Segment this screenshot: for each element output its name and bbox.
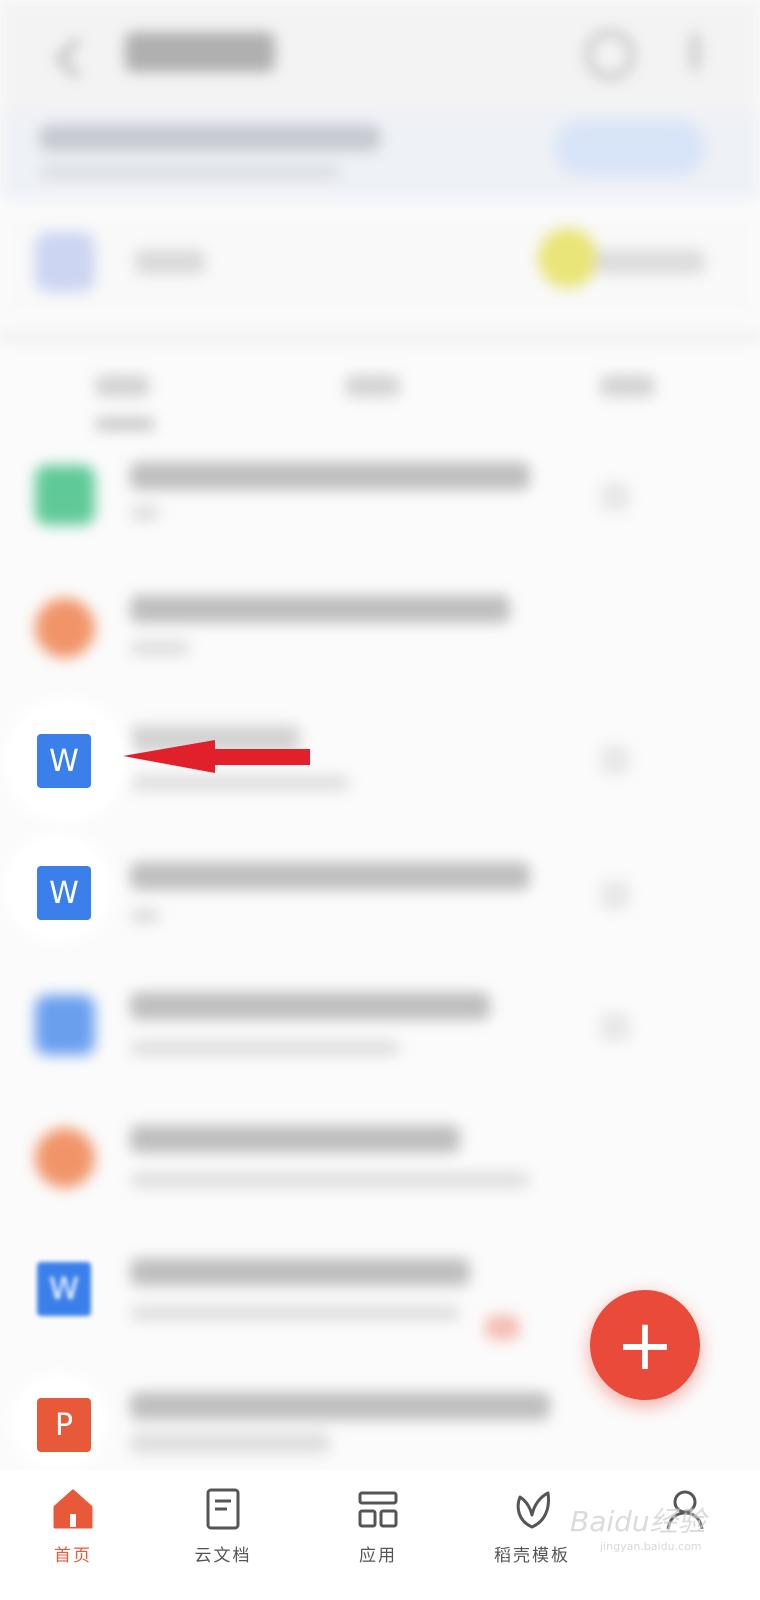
nav-item-apps[interactable]: 应用 bbox=[318, 1475, 438, 1585]
top-bar bbox=[0, 0, 760, 110]
banner-text bbox=[40, 125, 380, 151]
banner-button[interactable] bbox=[555, 120, 705, 175]
nav-label: 稻壳模板 bbox=[494, 1546, 570, 1566]
file-meta bbox=[130, 505, 160, 521]
quick-access-label bbox=[135, 250, 205, 274]
file-meta bbox=[130, 1305, 460, 1321]
word-document-icon[interactable]: W bbox=[37, 866, 91, 920]
file-meta bbox=[130, 1040, 400, 1056]
nav-item-home[interactable]: 首页 bbox=[13, 1475, 133, 1585]
file-title bbox=[130, 992, 490, 1020]
quick-access-label bbox=[595, 250, 705, 274]
cloud-doc-icon bbox=[206, 1488, 240, 1530]
nav-label: 应用 bbox=[359, 1546, 397, 1566]
annotation-arrow-icon bbox=[123, 740, 310, 773]
word-document-icon[interactable]: W bbox=[37, 1262, 91, 1316]
file-title bbox=[130, 1392, 550, 1420]
file-title bbox=[130, 1125, 460, 1153]
file-meta bbox=[130, 908, 160, 924]
file-icon bbox=[35, 465, 95, 525]
nav-label: 首页 bbox=[54, 1546, 92, 1566]
file-title bbox=[130, 462, 530, 490]
file-badge bbox=[485, 1315, 520, 1340]
file-title bbox=[130, 595, 510, 623]
word-document-icon[interactable]: W bbox=[37, 734, 91, 788]
file-icon bbox=[35, 995, 95, 1055]
baidu-watermark: Baidu经验 jingyan.baidu.com bbox=[570, 1505, 706, 1553]
search-icon[interactable] bbox=[585, 30, 635, 80]
nav-item-cloud-docs[interactable]: 云文档 bbox=[163, 1475, 283, 1585]
file-meta bbox=[130, 1172, 530, 1188]
file-title bbox=[130, 862, 530, 890]
tab-recent[interactable] bbox=[95, 375, 150, 397]
template-leaf-icon bbox=[516, 1491, 550, 1529]
row-action[interactable] bbox=[600, 745, 630, 775]
quick-access-icon[interactable] bbox=[538, 228, 598, 288]
quick-access-icon[interactable] bbox=[35, 232, 95, 292]
back-arrow-icon[interactable] bbox=[55, 37, 98, 80]
wps-home-screen: W W W P + 首页 云文档 应用 稻壳模板 Baidu经验 jingyan… bbox=[0, 0, 760, 1600]
presentation-document-icon[interactable]: P bbox=[37, 1398, 91, 1452]
create-new-button[interactable]: + bbox=[590, 1290, 700, 1400]
file-icon bbox=[35, 598, 95, 658]
home-icon bbox=[53, 1489, 93, 1529]
file-meta bbox=[130, 1432, 330, 1454]
row-action[interactable] bbox=[600, 1012, 630, 1042]
tab-indicator bbox=[95, 418, 155, 430]
apps-icon bbox=[358, 1491, 398, 1528]
tab-shared[interactable] bbox=[345, 375, 400, 397]
page-title bbox=[125, 32, 275, 72]
file-title bbox=[130, 1258, 470, 1286]
file-icon bbox=[35, 1128, 95, 1188]
section-divider bbox=[0, 330, 760, 344]
row-action[interactable] bbox=[600, 880, 630, 910]
row-action[interactable] bbox=[600, 482, 630, 512]
banner-subtext bbox=[40, 165, 340, 179]
nav-label: 云文档 bbox=[194, 1546, 252, 1566]
more-icon[interactable] bbox=[690, 32, 700, 72]
file-meta bbox=[130, 640, 190, 656]
tab-starred[interactable] bbox=[600, 375, 655, 397]
